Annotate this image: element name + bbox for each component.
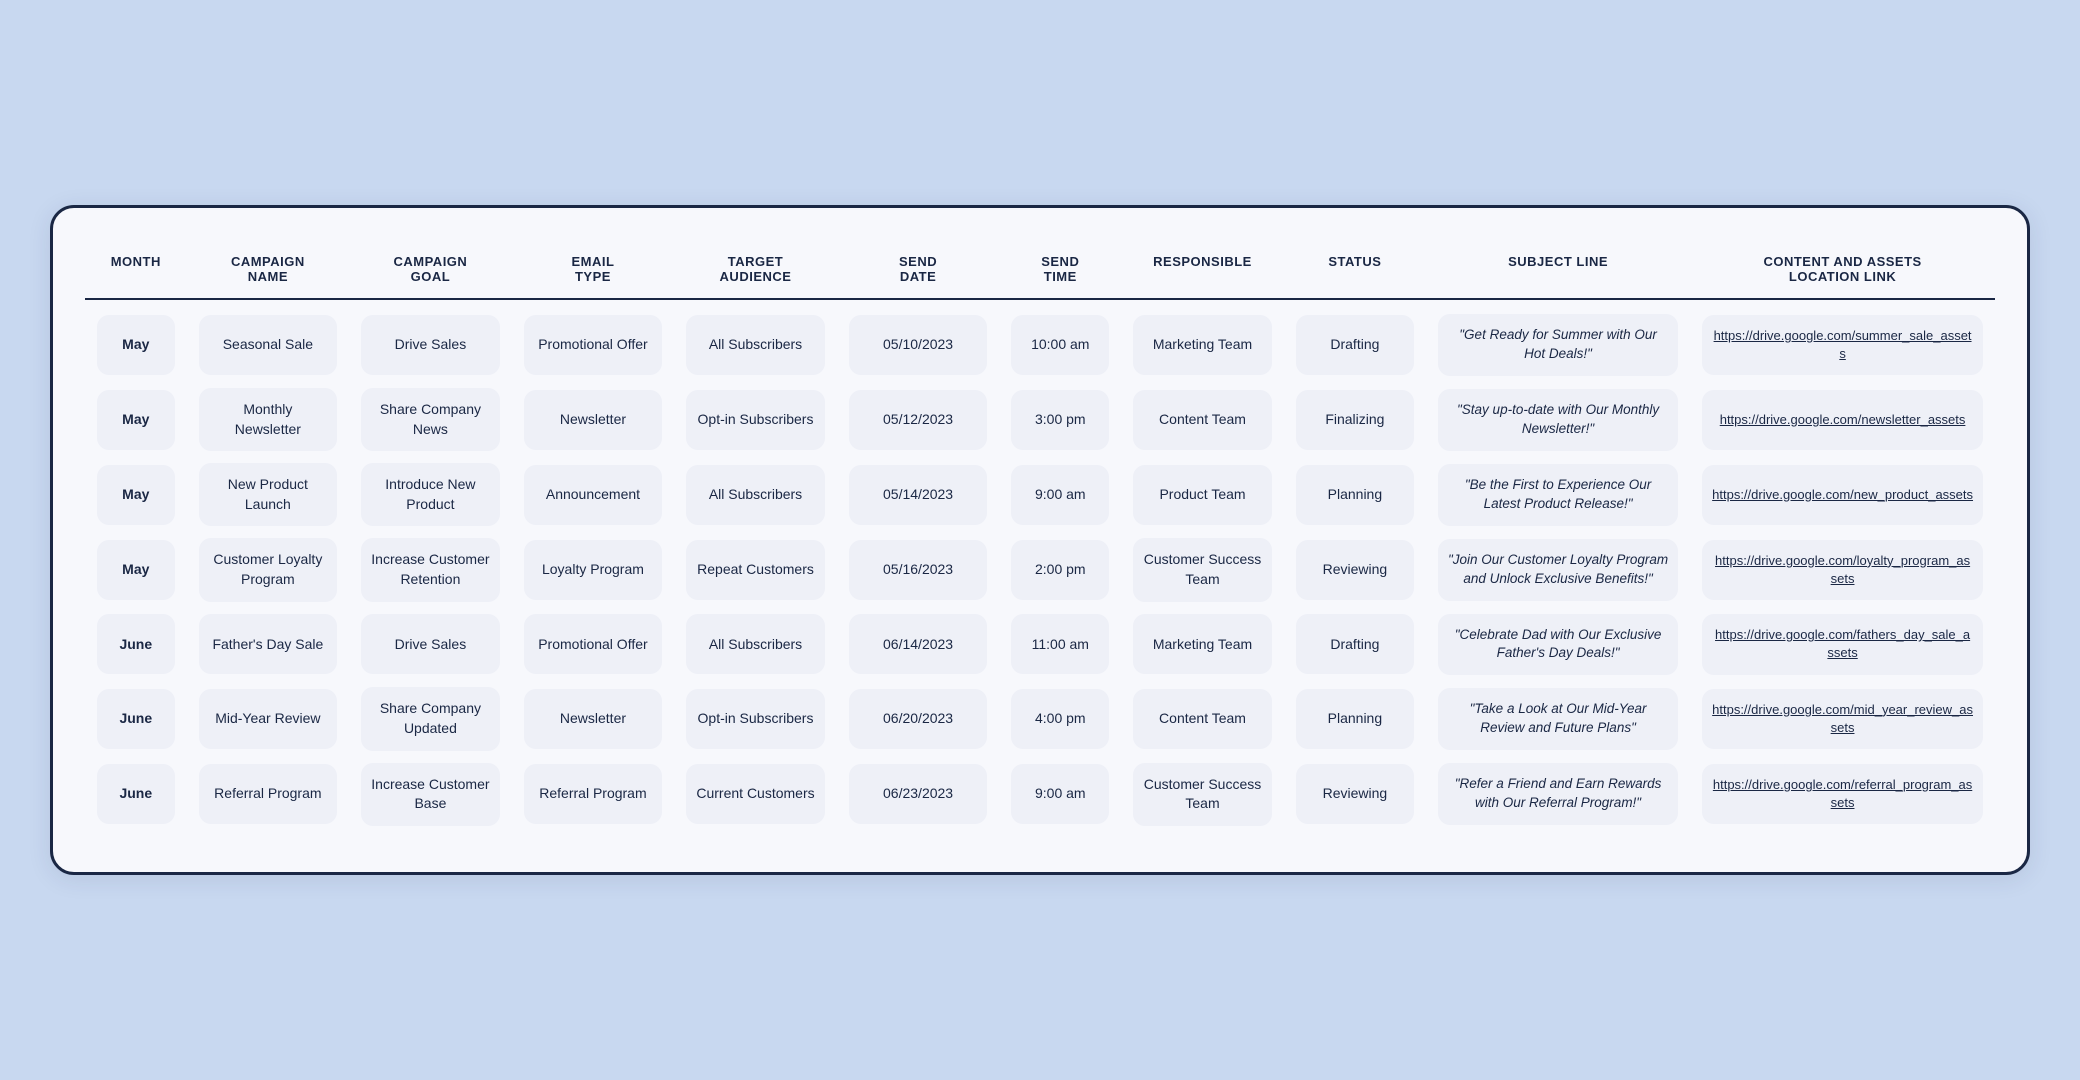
cell-target_audience: All Subscribers [674,457,837,532]
cell-responsible: Marketing Team [1121,608,1284,682]
campaign-table: MONTHCAMPAIGN NAMECAMPAIGN GOALEMAIL TYP… [85,244,1995,840]
cell-responsible: Content Team [1121,681,1284,756]
cell-content_link[interactable]: https://drive.google.com/loyalty_program… [1690,532,1995,607]
cell-subject_line: "Take a Look at Our Mid-Year Review and … [1426,681,1690,756]
cell-campaign_name: Referral Program [187,757,350,840]
cell-send_date: 06/14/2023 [837,608,1000,682]
cell-send_time: 3:00 pm [999,382,1121,457]
cell-content_link[interactable]: https://drive.google.com/fathers_day_sal… [1690,608,1995,682]
table-row: JuneReferral ProgramIncrease Customer Ba… [85,757,1995,840]
cell-campaign_goal: Drive Sales [349,608,512,682]
cell-status: Reviewing [1284,757,1426,840]
cell-responsible: Content Team [1121,382,1284,457]
cell-target_audience: Opt-in Subscribers [674,681,837,756]
cell-email_type: Newsletter [512,681,675,756]
cell-campaign_goal: Increase Customer Retention [349,532,512,607]
cell-email_type: Promotional Offer [512,300,675,382]
cell-campaign_name: Monthly Newsletter [187,382,350,457]
cell-campaign_name: Father's Day Sale [187,608,350,682]
header-status: STATUS [1284,244,1426,300]
cell-target_audience: All Subscribers [674,608,837,682]
cell-email_type: Loyalty Program [512,532,675,607]
cell-campaign_goal: Share Company Updated [349,681,512,756]
cell-send_date: 06/20/2023 [837,681,1000,756]
cell-month: May [85,457,187,532]
header-responsible: RESPONSIBLE [1121,244,1284,300]
cell-campaign_goal: Drive Sales [349,300,512,382]
cell-content_link[interactable]: https://drive.google.com/referral_progra… [1690,757,1995,840]
header-send-date: SEND DATE [837,244,1000,300]
cell-subject_line: "Stay up-to-date with Our Monthly Newsle… [1426,382,1690,457]
header-subject-line: SUBJECT LINE [1426,244,1690,300]
cell-campaign_goal: Increase Customer Base [349,757,512,840]
cell-send_time: 10:00 am [999,300,1121,382]
header-campaign-name: CAMPAIGN NAME [187,244,350,300]
cell-send_time: 9:00 am [999,757,1121,840]
cell-status: Planning [1284,681,1426,756]
cell-target_audience: Current Customers [674,757,837,840]
header-send-time: SEND TIME [999,244,1121,300]
cell-send_date: 06/23/2023 [837,757,1000,840]
cell-month: May [85,300,187,382]
cell-campaign_name: Mid-Year Review [187,681,350,756]
cell-content_link[interactable]: https://drive.google.com/mid_year_review… [1690,681,1995,756]
cell-email_type: Promotional Offer [512,608,675,682]
cell-send_date: 05/12/2023 [837,382,1000,457]
cell-responsible: Customer Success Team [1121,757,1284,840]
cell-subject_line: "Refer a Friend and Earn Rewards with Ou… [1426,757,1690,840]
cell-status: Drafting [1284,300,1426,382]
cell-email_type: Newsletter [512,382,675,457]
cell-subject_line: "Join Our Customer Loyalty Program and U… [1426,532,1690,607]
cell-send_time: 11:00 am [999,608,1121,682]
cell-campaign_name: Customer Loyalty Program [187,532,350,607]
cell-status: Planning [1284,457,1426,532]
cell-status: Reviewing [1284,532,1426,607]
cell-month: June [85,681,187,756]
cell-responsible: Product Team [1121,457,1284,532]
cell-status: Finalizing [1284,382,1426,457]
cell-responsible: Marketing Team [1121,300,1284,382]
header-content-link: CONTENT AND ASSETS LOCATION LINK [1690,244,1995,300]
cell-content_link[interactable]: https://drive.google.com/summer_sale_ass… [1690,300,1995,382]
header-month: MONTH [85,244,187,300]
cell-subject_line: "Be the First to Experience Our Latest P… [1426,457,1690,532]
header-email-type: EMAIL TYPE [512,244,675,300]
header-target-audience: TARGET AUDIENCE [674,244,837,300]
cell-email_type: Announcement [512,457,675,532]
table-row: MaySeasonal SaleDrive SalesPromotional O… [85,300,1995,382]
cell-send_date: 05/14/2023 [837,457,1000,532]
cell-content_link[interactable]: https://drive.google.com/newsletter_asse… [1690,382,1995,457]
cell-send_date: 05/16/2023 [837,532,1000,607]
cell-month: June [85,757,187,840]
cell-target_audience: All Subscribers [674,300,837,382]
table-row: MayMonthly NewsletterShare Company NewsN… [85,382,1995,457]
cell-target_audience: Repeat Customers [674,532,837,607]
cell-campaign_goal: Introduce New Product [349,457,512,532]
cell-month: June [85,608,187,682]
cell-month: May [85,382,187,457]
main-card: MONTHCAMPAIGN NAMECAMPAIGN GOALEMAIL TYP… [50,205,2030,875]
cell-send_time: 9:00 am [999,457,1121,532]
table-row: MayCustomer Loyalty ProgramIncrease Cust… [85,532,1995,607]
cell-campaign_name: New Product Launch [187,457,350,532]
table-row: JuneMid-Year ReviewShare Company Updated… [85,681,1995,756]
cell-subject_line: "Get Ready for Summer with Our Hot Deals… [1426,300,1690,382]
cell-subject_line: "Celebrate Dad with Our Exclusive Father… [1426,608,1690,682]
cell-send_time: 2:00 pm [999,532,1121,607]
cell-campaign_name: Seasonal Sale [187,300,350,382]
cell-status: Drafting [1284,608,1426,682]
header-campaign-goal: CAMPAIGN GOAL [349,244,512,300]
cell-send_time: 4:00 pm [999,681,1121,756]
cell-email_type: Referral Program [512,757,675,840]
cell-campaign_goal: Share Company News [349,382,512,457]
table-row: JuneFather's Day SaleDrive SalesPromotio… [85,608,1995,682]
table-row: MayNew Product LaunchIntroduce New Produ… [85,457,1995,532]
cell-month: May [85,532,187,607]
cell-responsible: Customer Success Team [1121,532,1284,607]
cell-send_date: 05/10/2023 [837,300,1000,382]
cell-target_audience: Opt-in Subscribers [674,382,837,457]
cell-content_link[interactable]: https://drive.google.com/new_product_ass… [1690,457,1995,532]
